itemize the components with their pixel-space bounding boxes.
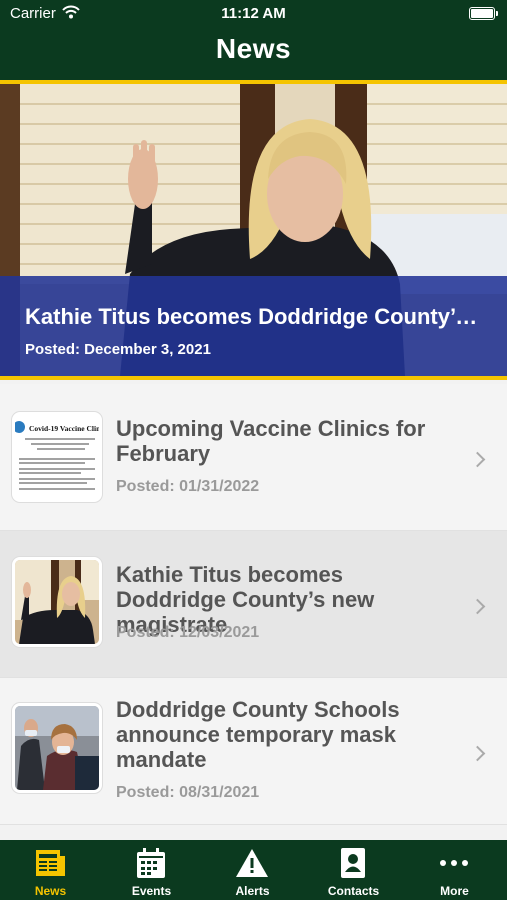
featured-date: Posted: December 3, 2021 xyxy=(25,341,211,358)
featured-title: Kathie Titus becomes Doddridge County’s … xyxy=(25,304,485,329)
more-dots-icon xyxy=(440,860,468,866)
status-bar: Carrier 11:12 AM xyxy=(0,0,507,28)
chevron-right-icon xyxy=(469,451,486,468)
article-thumbnail xyxy=(12,703,102,793)
featured-caption: Kathie Titus becomes Doddridge County’s … xyxy=(0,276,507,376)
article-date: Posted: 12/03/2021 xyxy=(116,624,260,641)
tab-contacts[interactable]: Contacts xyxy=(303,840,404,900)
calendar-icon xyxy=(137,848,165,878)
page-title: News xyxy=(215,33,292,64)
chevron-right-icon xyxy=(469,745,486,762)
tab-label: News xyxy=(34,884,67,898)
article-date: Posted: 01/31/2022 xyxy=(116,478,260,495)
tab-bar: News Events Alerts Contacts More xyxy=(0,840,507,900)
tab-alerts[interactable]: Alerts xyxy=(202,840,303,900)
tab-label: Contacts xyxy=(327,884,380,898)
tab-more[interactable]: More xyxy=(404,840,505,900)
school-photo xyxy=(15,706,99,790)
list-item[interactable]: Covid-19 Vaccine Clinic Upcoming Vaccine… xyxy=(0,384,507,531)
article-date: Posted: 08/31/2021 xyxy=(116,784,260,801)
person-photo xyxy=(15,560,99,644)
thumbnail-heading: Covid-19 Vaccine Clinic xyxy=(29,424,99,433)
article-thumbnail xyxy=(12,557,102,647)
tab-label: Alerts xyxy=(235,884,270,898)
article-thumbnail: Covid-19 Vaccine Clinic xyxy=(12,412,102,502)
contact-card-icon xyxy=(341,848,365,878)
list-item[interactable]: Doddridge County Schools announce tempor… xyxy=(0,678,507,825)
tab-events[interactable]: Events xyxy=(101,840,202,900)
article-title: Doddridge County Schools announce tempor… xyxy=(116,697,400,772)
top-bar: Carrier 11:12 AM News xyxy=(0,0,507,80)
tab-label: Events xyxy=(131,884,172,898)
tab-label: More xyxy=(440,884,469,898)
warning-icon xyxy=(236,849,268,877)
newspaper-icon xyxy=(36,850,65,876)
tab-news[interactable]: News xyxy=(0,840,101,900)
chevron-right-icon xyxy=(469,598,486,615)
article-title: Upcoming Vaccine Clinics for February xyxy=(116,416,426,466)
featured-article[interactable]: Kathie Titus becomes Doddridge County’s … xyxy=(0,84,507,376)
featured-divider xyxy=(0,376,507,380)
document-image: Covid-19 Vaccine Clinic xyxy=(15,415,99,499)
battery-icon xyxy=(469,7,498,20)
list-item[interactable]: Kathie Titus becomes Doddridge County’s … xyxy=(0,531,507,678)
clock: 11:12 AM xyxy=(221,5,286,22)
